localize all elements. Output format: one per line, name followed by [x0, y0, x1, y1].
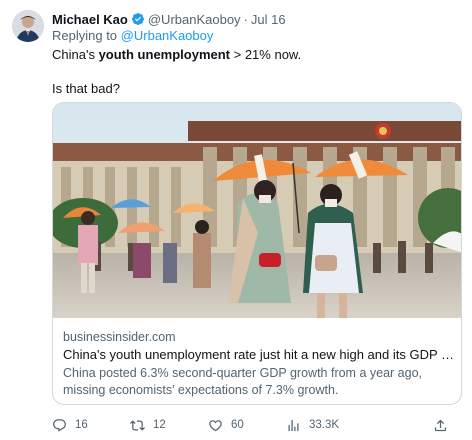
replying-to-label: Replying to [52, 28, 118, 43]
reply-button[interactable]: 16 [52, 418, 130, 433]
tweet-time[interactable]: Jul 16 [251, 12, 286, 27]
reply-count: 16 [75, 419, 88, 431]
like-button[interactable]: 60 [208, 418, 286, 433]
share-icon [434, 419, 447, 431]
reply-mention-link[interactable]: @UrbanKaoboy [121, 28, 214, 43]
like-icon [209, 419, 222, 431]
card-image[interactable] [53, 103, 462, 318]
tweet-line-1: China's youth unemployment > 21% now. [52, 46, 452, 63]
like-count: 60 [231, 419, 244, 431]
author-handle[interactable]: @UrbanKaoboy [148, 12, 241, 27]
link-card[interactable]: businessinsider.com China's youth unempl… [52, 102, 462, 405]
card-title[interactable]: China's youth unemployment rate just hit… [63, 346, 455, 363]
tweet-header: Michael Kao @UrbanKaoboy · Jul 16 [52, 10, 460, 28]
views-icon [288, 419, 299, 431]
views-count: 33.3K [309, 419, 340, 431]
share-button[interactable] [433, 418, 456, 433]
card-text: businessinsider.com China's youth unempl… [63, 329, 455, 399]
separator-dot: · [243, 11, 248, 27]
verified-badge-icon [131, 13, 144, 25]
author-name[interactable]: Michael Kao [52, 12, 128, 27]
retweet-count: 12 [153, 419, 166, 431]
tweet-line-1-bold: youth unemployment [98, 47, 231, 62]
tweet-actions: 16 12 60 33.3K [52, 416, 462, 434]
tweet-line-1-start: China's [52, 47, 99, 62]
retweet-button[interactable]: 12 [130, 418, 208, 433]
replying-to: Replying to @UrbanKaoboy [52, 28, 213, 43]
tweet-line-2: Is that bad? [52, 81, 120, 96]
retweet-icon [130, 419, 145, 431]
reply-icon [53, 418, 66, 432]
tweet-text: China's youth unemployment > 21% now. Is… [52, 46, 452, 97]
card-description: China posted 6.3% second-quarter GDP gro… [63, 366, 422, 397]
views-button[interactable]: 33.3K [286, 418, 398, 433]
card-domain: businessinsider.com [63, 330, 176, 344]
avatar[interactable] [12, 10, 44, 42]
tweet-line-1-end: > 21% now. [230, 47, 302, 62]
